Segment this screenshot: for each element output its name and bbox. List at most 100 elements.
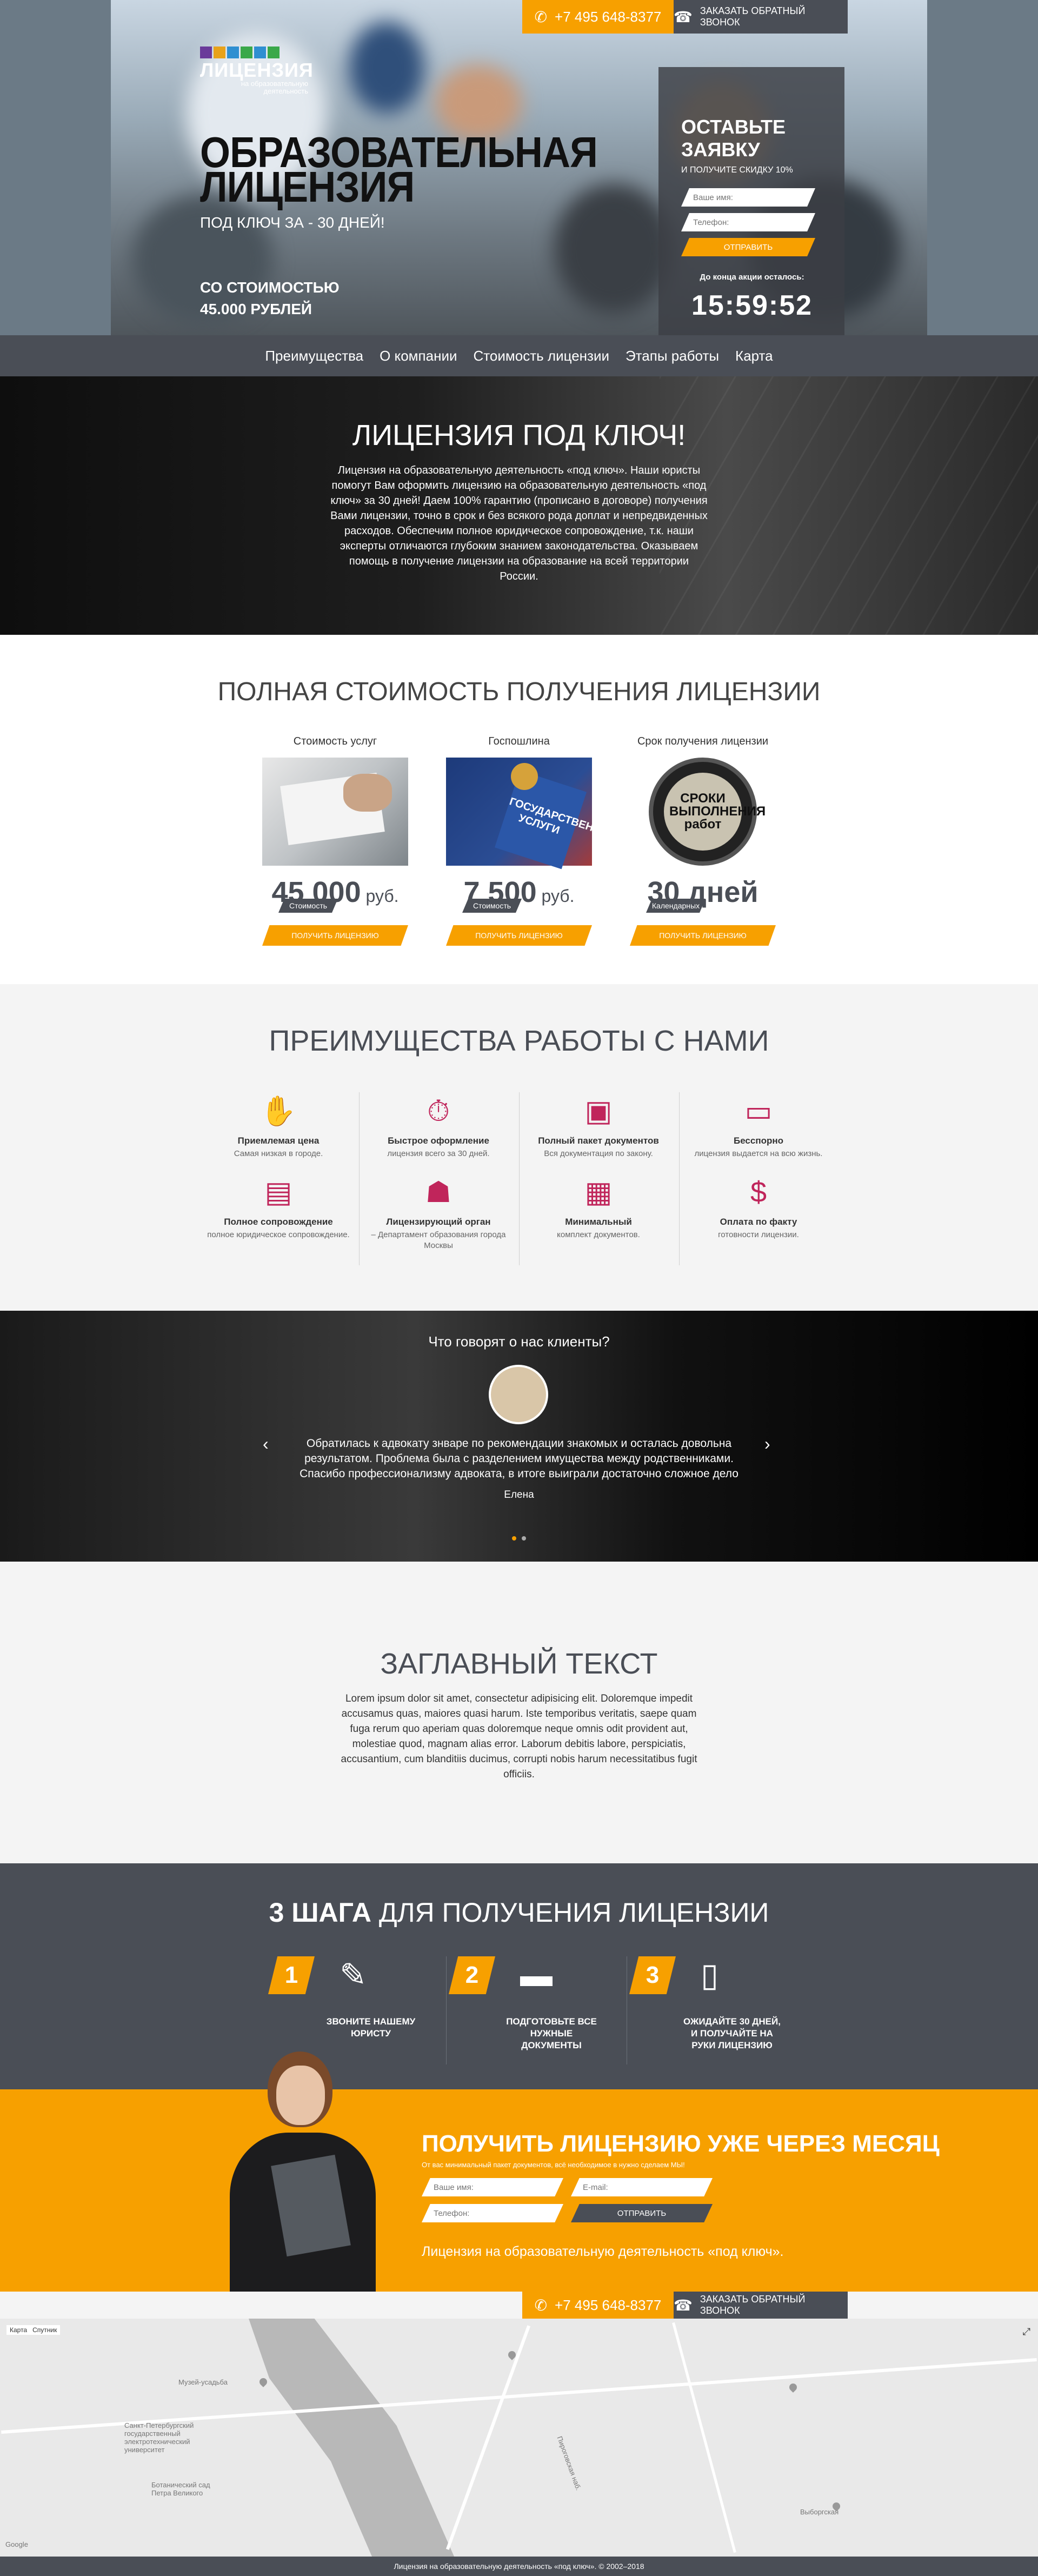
phone-input[interactable] <box>422 2204 563 2222</box>
phone-number: +7 495 648-8377 <box>555 8 662 25</box>
prev-arrow-icon[interactable]: ‹ <box>263 1434 269 1454</box>
intro-background <box>660 376 1038 635</box>
advantage-item: ☗ Лицензирующий орган – Департамент обра… <box>360 1173 517 1254</box>
price-tag: Стоимость <box>278 899 338 913</box>
map-type-tabs: Карта Спутник <box>6 2325 61 2335</box>
map-label: Музей-усадьба <box>178 2378 228 2386</box>
nav-advantages[interactable]: Преимущества <box>265 348 363 364</box>
get-license-button[interactable]: ПОЛУЧИТЬ ЛИЦЕНЗИЮ <box>446 925 592 946</box>
cta-section: ПОЛУЧИТЬ ЛИЦЕНЗИЮ УЖЕ ЧЕРЕЗ МЕСЯЦ От вас… <box>0 2051 1038 2292</box>
slider-dot[interactable] <box>511 1536 516 1541</box>
testimonial-author: Елена <box>504 1489 534 1501</box>
map-label: Google <box>5 2540 28 2548</box>
map-tab-satellite[interactable]: Спутник <box>32 2326 57 2334</box>
map-pin-icon[interactable] <box>258 2376 269 2387</box>
logo-squares <box>200 47 314 58</box>
callback-button[interactable]: ☎ ЗАКАЗАТЬ ОБРАТНЫЙ ЗВОНОК <box>674 2292 848 2319</box>
logo-tagline: на образовательную деятельность <box>241 79 308 95</box>
nav-map[interactable]: Карта <box>735 348 773 364</box>
map-label: Санкт-Петербургский государственный элек… <box>124 2421 194 2454</box>
phone-circle-icon: ☎ <box>674 2296 693 2314</box>
heading-text-section: ЗАГЛАВНЫЙ ТЕКСТ Lorem ipsum dolor sit am… <box>0 1562 1038 1863</box>
license-icon: ▯ <box>701 1957 719 1993</box>
map-label: Выборгская <box>800 2508 839 2516</box>
phone-tab[interactable]: ✆ +7 495 648-8377 <box>522 2292 674 2319</box>
advantages-title: ПРЕИМУЩЕСТВА РАБОТЫ С НАМИ <box>269 1025 769 1057</box>
step-text: ОЖИДАЙТЕ 30 ДНЕЙ, И ПОЛУЧАЙТЕ НА РУКИ ЛИ… <box>683 2016 781 2050</box>
testimonials-title: Что говорят о нас клиенты? <box>428 1333 610 1350</box>
steps-section: 3 ШАГА ДЛЯ ПОЛУЧЕНИЯ ЛИЦЕНЗИИ 1 ✎ ЗВОНИТ… <box>0 1863 1038 2089</box>
hero-section: ЛИЦЕНЗИЯ на образовательную деятельность… <box>0 0 1038 335</box>
footer-text: Лицензия на образовательную деятельность… <box>394 2562 644 2571</box>
advantages-column: ⏱ Быстрое оформление лицензия всего за 3… <box>360 1092 517 1254</box>
step-text: ПОДГОТОВЬТЕ ВСЕ НУЖНЫЕ ДОКУМЕНТЫ <box>506 2016 597 2050</box>
price-card-caption: Стоимость услуг <box>293 735 377 747</box>
callback-label: ЗАКАЗАТЬ ОБРАТНЫЙ ЗВОНОК <box>700 2294 806 2316</box>
price-tag: Календарных <box>646 899 706 913</box>
map[interactable]: Карта Спутник ⤢ Санкт-Петербургский госу… <box>0 2319 1038 2557</box>
get-license-button[interactable]: ПОЛУЧИТЬ ЛИЦЕНЗИЮ <box>262 925 408 946</box>
step-number: 1 <box>268 1956 315 1994</box>
cta-title: ПОЛУЧИТЬ ЛИЦЕНЗИЮ УЖЕ ЧЕРЕЗ МЕСЯЦ <box>422 2130 940 2157</box>
contact-bar: ✆ +7 495 648-8377 ☎ ЗАКАЗАТЬ ОБРАТНЫЙ ЗВ… <box>0 2292 1038 2319</box>
footer: Лицензия на образовательную деятельность… <box>0 2557 1038 2576</box>
submit-button[interactable]: ОТПРАВИТЬ <box>681 238 815 256</box>
request-form: ОСТАВЬТЕ ЗАЯВКУ И ПОЛУЧИТЕ СКИДКУ 10% ОТ… <box>658 67 844 335</box>
fullscreen-icon[interactable]: ⤢ <box>1023 2326 1030 2338</box>
main-nav: Преимущества О компании Стоимость лиценз… <box>0 335 1038 376</box>
pen-paper-icon: ✎ <box>340 1957 367 1993</box>
slider-dot[interactable] <box>522 1536 527 1541</box>
handshake-icon: ✋ <box>260 1095 297 1127</box>
step-number: 2 <box>449 1956 495 1994</box>
form-subtitle: И ПОЛУЧИТЕ СКИДКУ 10% <box>681 165 793 175</box>
map-road <box>445 2325 531 2550</box>
intro-title: ЛИЦЕНЗИЯ ПОД КЛЮЧ! <box>352 419 686 452</box>
price-tag: Стоимость <box>462 899 522 913</box>
heading-text-title: ЗАГЛАВНЫЙ ТЕКСТ <box>380 1648 658 1680</box>
agent-icon: ☗ <box>425 1176 452 1209</box>
avatar <box>489 1365 548 1424</box>
advantage-item: ▤ Полное сопровождение полное юридическо… <box>200 1173 357 1254</box>
countdown-timer: 15:59:52 <box>691 290 813 321</box>
testimonials-section: Что говорят о нас клиенты? ‹ › Обратилас… <box>0 1311 1038 1562</box>
slider-dots <box>0 1533 1038 1543</box>
callback-button[interactable]: ☎ ЗАКАЗАТЬ ОБРАТНЫЙ ЗВОНОК <box>674 0 848 34</box>
name-input[interactable] <box>422 2178 563 2196</box>
get-license-button[interactable]: ПОЛУЧИТЬ ЛИЦЕНЗИЮ <box>630 925 776 946</box>
advantages-column: ✋ Приемлемая цена Самая низкая в городе.… <box>200 1092 357 1254</box>
price-card-term: Срок получения лицензии СРОКИ ВЫПОЛНЕНИЯ… <box>630 735 776 946</box>
divider <box>679 1092 680 1265</box>
submit-button[interactable]: ОТПРАВИТЬ <box>571 2204 713 2222</box>
nav-steps[interactable]: Этапы работы <box>626 348 719 364</box>
phone-icon: ✆ <box>534 2296 548 2314</box>
hero-subtitle: ПОД КЛЮЧ ЗА - 30 ДНЕЙ! <box>200 214 385 231</box>
logo-name: ЛИЦЕНЗИЯ <box>200 59 314 81</box>
document-icon: ▦ <box>584 1176 613 1209</box>
phone-input[interactable] <box>681 213 815 231</box>
advantage-item: ✋ Приемлемая цена Самая низкая в городе. <box>200 1092 357 1173</box>
nav-pricing[interactable]: Стоимость лицензии <box>474 348 609 364</box>
step-item: 1 ✎ ЗВОНИТЕ НАШЕМУ ЮРИСТУ <box>268 1956 447 2064</box>
price-card-fee: Госпошлина ГОСУДАРСТВЕННЫЕ УСЛУГИ Стоимо… <box>446 735 619 946</box>
countdown-label: До конца акции осталось: <box>700 273 804 282</box>
steps-title: 3 ШАГА ДЛЯ ПОЛУЧЕНИЯ ЛИЦЕНЗИИ <box>269 1897 769 1928</box>
email-input[interactable] <box>571 2178 713 2196</box>
map-pin-icon[interactable] <box>788 2382 799 2393</box>
next-arrow-icon[interactable]: › <box>764 1434 770 1454</box>
monitor-icon: ▭ <box>744 1095 773 1127</box>
advantage-item: ⏱ Быстрое оформление лицензия всего за 3… <box>360 1092 517 1173</box>
advantage-item: ▭ Бесспорно лицензия выдается на всю жиз… <box>680 1092 837 1173</box>
nav-about[interactable]: О компании <box>380 348 457 364</box>
map-tab-map[interactable]: Карта <box>10 2326 27 2334</box>
step-text: ЗВОНИТЕ НАШЕМУ ЮРИСТУ <box>326 2016 416 2039</box>
map-label: Ботанический сад Петра Великого <box>151 2481 210 2497</box>
phone-number: +7 495 648-8377 <box>555 2296 662 2313</box>
advantage-item: $ Оплата по факту готовности лицензии. <box>680 1173 837 1254</box>
services-photo <box>262 758 408 866</box>
name-input[interactable] <box>681 188 815 207</box>
cta-footer-text: Лицензия на образовательную деятельность… <box>422 2244 784 2259</box>
logo[interactable]: ЛИЦЕНЗИЯ на образовательную деятельность <box>200 47 314 95</box>
step-item: 2 ▬ ПОДГОТОВЬТЕ ВСЕ НУЖНЫЕ ДОКУМЕНТЫ <box>449 1956 627 2064</box>
cards-icon: ▬ <box>520 1957 553 1993</box>
phone-tab[interactable]: ✆ +7 495 648-8377 <box>522 0 674 34</box>
